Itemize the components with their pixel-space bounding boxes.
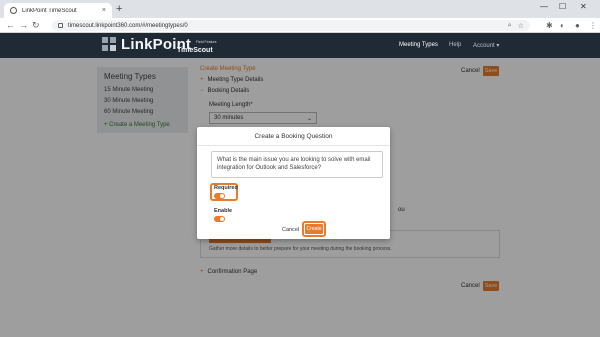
extensions-icon[interactable]: ✱ <box>546 20 553 31</box>
browser-tab[interactable]: LinkPoint TimeScout × <box>4 3 112 18</box>
reload-icon[interactable]: ↻ <box>32 19 40 32</box>
url-text: timescout.linkpoint360.com/#/meetingtype… <box>68 22 188 29</box>
logo-product-name: TimeScout <box>177 47 213 54</box>
enable-label: Enable <box>214 208 233 214</box>
nav-account[interactable]: Account ▾ <box>473 42 499 49</box>
question-textarea[interactable]: What is the main issue you are looking t… <box>211 151 383 178</box>
required-label: Required <box>214 185 238 191</box>
logo-icon <box>102 37 117 52</box>
favicon-icon <box>10 7 17 14</box>
bookmark-star-icon[interactable]: ☆ <box>518 22 524 30</box>
modal-cancel-link[interactable]: Cancel <box>282 227 299 233</box>
booking-question-modal: Create a Booking Question What is the ma… <box>197 127 390 239</box>
address-bar[interactable]: timescout.linkpoint360.com/#/meetingtype… <box>52 20 530 31</box>
zoom-icon[interactable]: ⌕ <box>508 22 512 30</box>
modal-create-button[interactable]: Create <box>305 224 323 234</box>
browser-toolbar: ← → ↻ timescout.linkpoint360.com/#/meeti… <box>0 18 600 33</box>
modal-title: Create a Booking Question <box>254 133 333 140</box>
sync-icon[interactable]: ◐ <box>560 20 565 31</box>
more-menu-icon[interactable]: ⋮ <box>589 20 597 31</box>
close-window-button[interactable]: ✕ <box>580 2 587 11</box>
forward-icon[interactable]: → <box>19 19 28 32</box>
tab-close-icon[interactable]: × <box>102 7 106 14</box>
nav-meeting-types[interactable]: Meeting Types <box>399 42 438 48</box>
browser-tab-strip: LinkPoint TimeScout × + — ☐ ✕ <box>0 0 600 18</box>
new-tab-button[interactable]: + <box>116 3 122 16</box>
toggle-knob <box>220 194 224 198</box>
modal-divider <box>197 145 390 146</box>
maximize-button[interactable]: ☐ <box>559 2 566 11</box>
logo-tagline: Field Feature <box>196 40 217 44</box>
toggle-knob <box>220 217 224 221</box>
nav-help[interactable]: Help <box>449 42 461 48</box>
required-toggle[interactable] <box>214 193 225 199</box>
enable-toggle[interactable] <box>214 216 225 222</box>
app-header <box>0 33 600 58</box>
back-icon[interactable]: ← <box>6 19 15 32</box>
profile-icon[interactable]: ● <box>575 20 580 31</box>
minimize-button[interactable]: — <box>540 2 548 11</box>
tab-title: LinkPoint TimeScout <box>22 7 77 14</box>
lock-icon <box>58 23 63 28</box>
